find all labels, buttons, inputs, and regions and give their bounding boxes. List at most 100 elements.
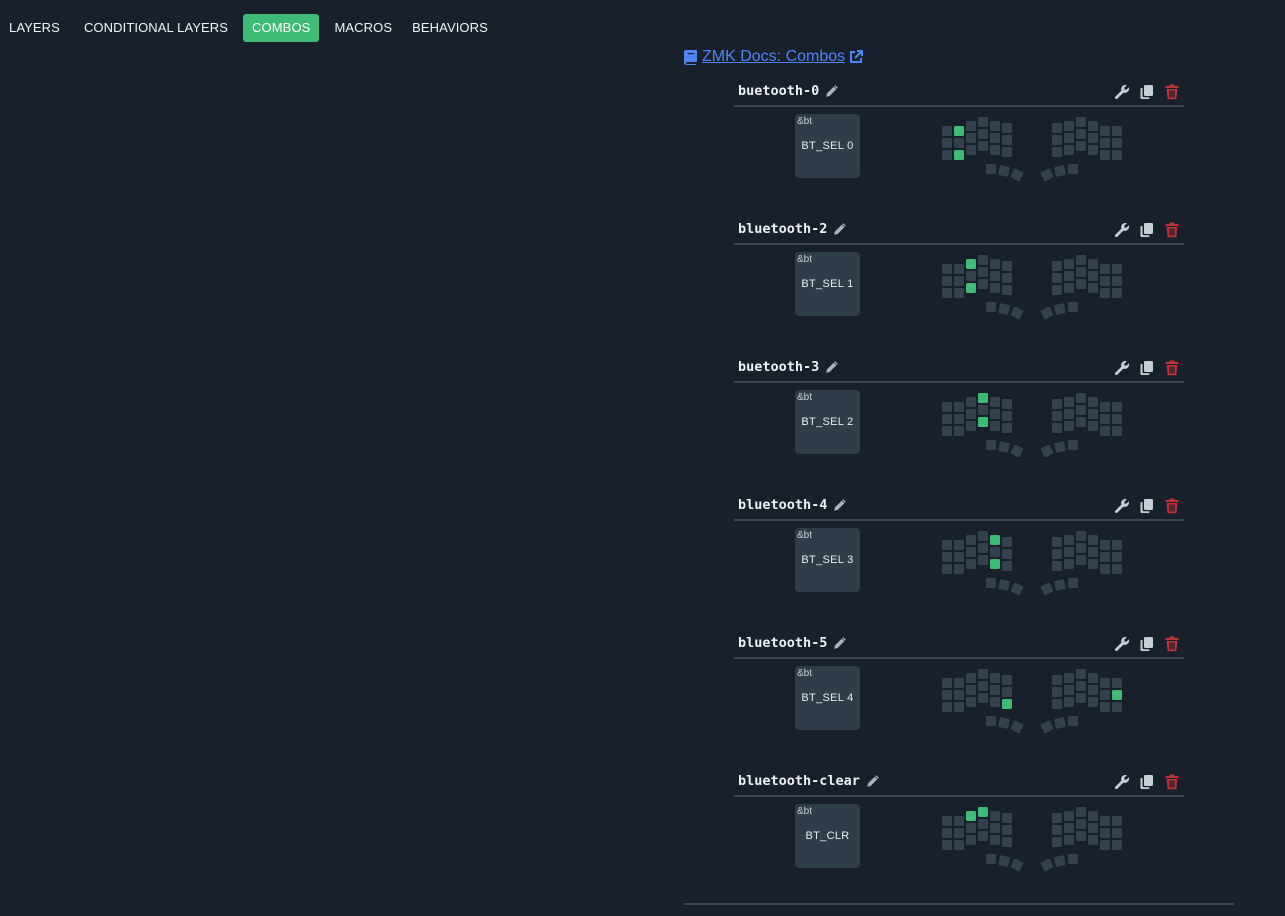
key-position[interactable] [1064, 133, 1074, 143]
key-position[interactable] [954, 840, 964, 850]
key-position[interactable] [1052, 423, 1062, 433]
key-position[interactable] [1100, 816, 1110, 826]
key-position[interactable] [966, 271, 976, 281]
key-position[interactable] [1010, 720, 1024, 734]
key-position[interactable] [942, 138, 952, 148]
combo-name[interactable]: bluetooth-4 [734, 497, 827, 513]
key-position[interactable] [1088, 409, 1098, 419]
key-position[interactable] [1076, 555, 1086, 565]
key-position[interactable] [942, 816, 952, 826]
key-position[interactable] [1068, 716, 1078, 726]
key-position[interactable] [942, 426, 952, 436]
key-position-selected[interactable] [966, 259, 976, 269]
key-position[interactable] [998, 441, 1010, 453]
key-position[interactable] [1040, 720, 1054, 734]
key-position[interactable] [998, 579, 1010, 591]
key-position[interactable] [954, 264, 964, 274]
key-position[interactable] [1100, 702, 1110, 712]
key-position[interactable] [966, 145, 976, 155]
key-position[interactable] [1002, 813, 1012, 823]
key-position[interactable] [1112, 414, 1122, 424]
key-position[interactable] [966, 547, 976, 557]
key-position[interactable] [954, 828, 964, 838]
key-position[interactable] [954, 552, 964, 562]
key-position[interactable] [1054, 165, 1066, 177]
key-position[interactable] [1100, 690, 1110, 700]
key-position[interactable] [966, 835, 976, 845]
key-position[interactable] [978, 819, 988, 829]
key-position[interactable] [1112, 828, 1122, 838]
key-position[interactable] [978, 681, 988, 691]
key-position[interactable] [1088, 835, 1098, 845]
key-position[interactable] [1064, 697, 1074, 707]
key-position[interactable] [1002, 549, 1012, 559]
key-position-selected[interactable] [966, 283, 976, 293]
key-position[interactable] [986, 716, 996, 726]
key-position[interactable] [942, 150, 952, 160]
copy-icon[interactable] [1139, 360, 1155, 376]
key-position[interactable] [1088, 121, 1098, 131]
key-position[interactable] [1076, 129, 1086, 139]
copy-icon[interactable] [1139, 84, 1155, 100]
key-position[interactable] [1052, 675, 1062, 685]
key-position[interactable] [1002, 135, 1012, 145]
key-position[interactable] [1088, 685, 1098, 695]
key-position[interactable] [954, 564, 964, 574]
key-position[interactable] [1064, 121, 1074, 131]
key-position[interactable] [990, 421, 1000, 431]
combo-binding-key[interactable]: &bt BT_SEL 1 [795, 252, 860, 316]
copy-icon[interactable] [1139, 636, 1155, 652]
key-position[interactable] [954, 402, 964, 412]
key-position[interactable] [1064, 547, 1074, 557]
key-position[interactable] [1076, 807, 1086, 817]
combo-name[interactable]: bluetooth-2 [734, 221, 827, 237]
key-position[interactable] [1112, 402, 1122, 412]
key-position[interactable] [1052, 699, 1062, 709]
key-position[interactable] [1068, 440, 1078, 450]
key-position[interactable] [990, 133, 1000, 143]
key-position[interactable] [1064, 145, 1074, 155]
key-position[interactable] [1088, 535, 1098, 545]
key-position[interactable] [1064, 835, 1074, 845]
edit-name-pencil-icon[interactable] [833, 498, 847, 512]
key-position[interactable] [966, 673, 976, 683]
key-position[interactable] [1076, 543, 1086, 553]
edit-name-pencil-icon[interactable] [866, 774, 880, 788]
key-position[interactable] [1052, 135, 1062, 145]
key-position[interactable] [942, 288, 952, 298]
key-position[interactable] [942, 276, 952, 286]
key-position[interactable] [1088, 133, 1098, 143]
key-position[interactable] [966, 397, 976, 407]
key-position[interactable] [1088, 697, 1098, 707]
key-position[interactable] [1076, 819, 1086, 829]
key-position[interactable] [978, 255, 988, 265]
key-position[interactable] [1002, 285, 1012, 295]
key-position[interactable] [1100, 840, 1110, 850]
key-position[interactable] [990, 547, 1000, 557]
key-position[interactable] [1068, 164, 1078, 174]
key-position[interactable] [1052, 549, 1062, 559]
key-position[interactable] [1002, 825, 1012, 835]
key-position[interactable] [942, 402, 952, 412]
key-position[interactable] [1100, 126, 1110, 136]
key-position[interactable] [1052, 687, 1062, 697]
key-position[interactable] [1100, 150, 1110, 160]
key-position[interactable] [966, 535, 976, 545]
key-position[interactable] [1054, 303, 1066, 315]
key-position[interactable] [954, 414, 964, 424]
key-position[interactable] [1076, 417, 1086, 427]
key-position[interactable] [942, 678, 952, 688]
key-position[interactable] [1040, 168, 1054, 182]
key-position[interactable] [978, 405, 988, 415]
key-position[interactable] [978, 279, 988, 289]
key-position[interactable] [1088, 145, 1098, 155]
key-position-selected[interactable] [1002, 699, 1012, 709]
key-position[interactable] [998, 303, 1010, 315]
key-position[interactable] [1076, 681, 1086, 691]
key-position[interactable] [1052, 837, 1062, 847]
key-position[interactable] [978, 141, 988, 151]
key-position[interactable] [1010, 168, 1024, 182]
key-position[interactable] [942, 702, 952, 712]
key-position[interactable] [986, 302, 996, 312]
key-position[interactable] [1112, 126, 1122, 136]
